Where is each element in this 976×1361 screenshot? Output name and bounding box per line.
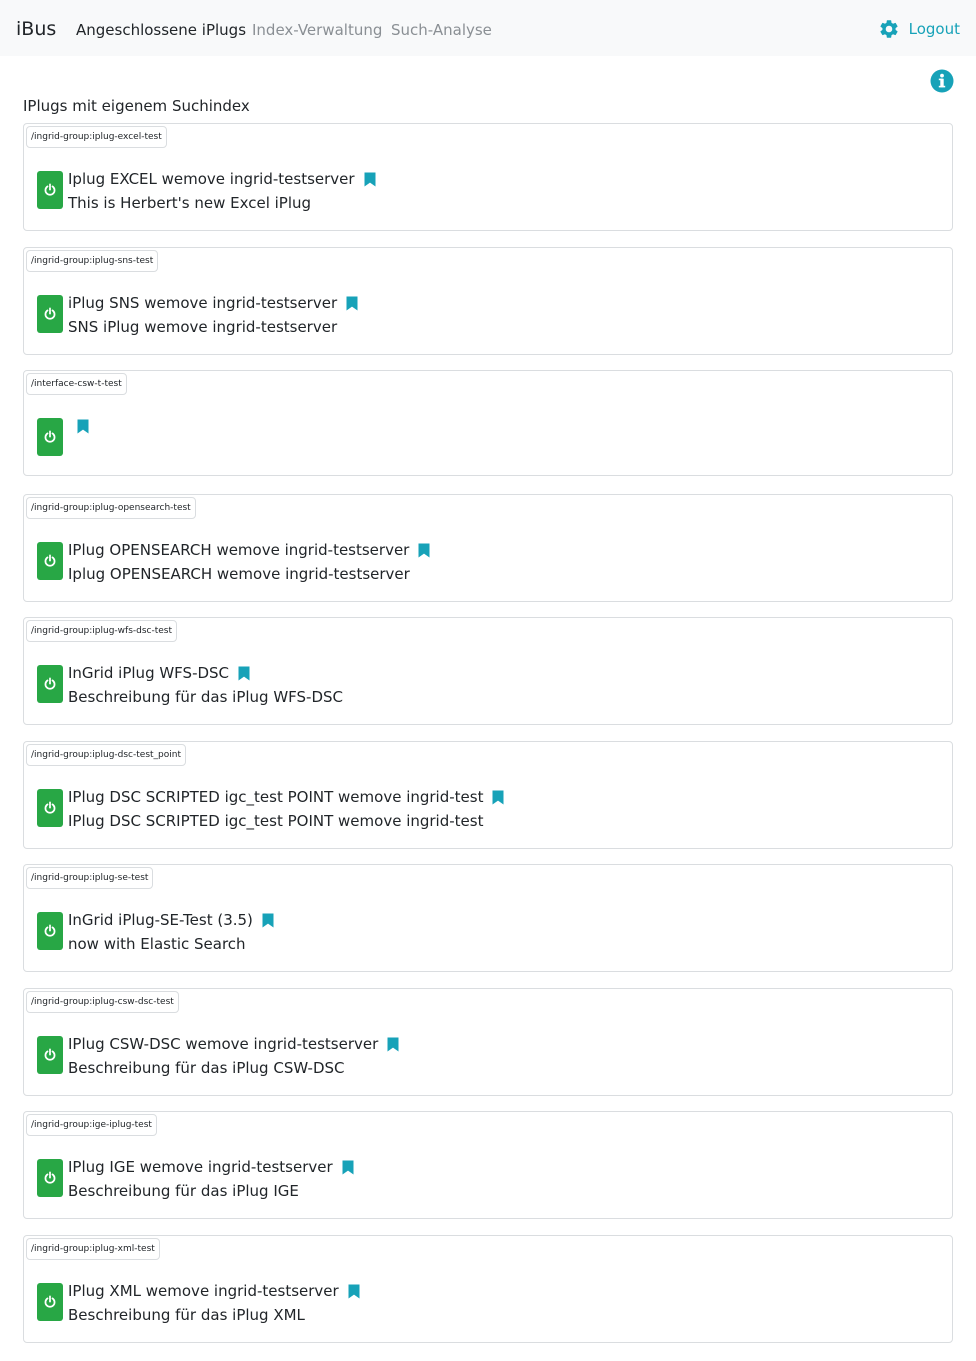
bookmark-icon[interactable] (346, 296, 358, 311)
power-button[interactable] (37, 912, 63, 950)
power-button[interactable] (37, 295, 63, 333)
group-badge: /ingrid-group:iplug-wfs-dsc-test (26, 620, 178, 642)
iplug-title-row: IPlug XML wemove ingrid-testserver (68, 1280, 360, 1302)
bookmark-icon[interactable] (238, 666, 250, 681)
iplug-title: IPlug OPENSEARCH wemove ingrid-testserve… (68, 541, 410, 559)
group-badge: /ingrid-group:iplug-excel-test (26, 126, 167, 148)
iplug-description: Beschreibung für das iPlug WFS-DSC (68, 688, 344, 706)
power-button[interactable] (37, 665, 63, 703)
iplug-card: /ingrid-group:iplug-sns-test iPlug SNS we… (23, 247, 953, 355)
iplug-description: Beschreibung für das iPlug CSW-DSC (68, 1059, 345, 1077)
power-button[interactable] (37, 789, 63, 827)
iplug-description: SNS iPlug wemove ingrid-testserver (68, 318, 338, 336)
bookmark-icon[interactable] (342, 1160, 354, 1175)
logout-button[interactable]: Logout (878, 16, 960, 42)
iplug-description: now with Elastic Search (68, 935, 246, 953)
top-navbar: iBus Angeschlossene iPlugs Index-Verwalt… (0, 0, 976, 56)
iplug-title-row: InGrid iPlug-SE-Test (3.5) (68, 909, 274, 931)
group-badge: /ingrid-group:iplug-sns-test (26, 250, 159, 272)
group-badge: /ingrid-group:iplug-se-test (26, 867, 154, 889)
power-button[interactable] (37, 542, 63, 580)
iplug-card: /ingrid-group:iplug-xml-test IPlug XML we… (23, 1235, 953, 1343)
power-icon (44, 430, 56, 443)
iplug-title-row: iPlug SNS wemove ingrid-testserver (68, 292, 358, 314)
brand-logo[interactable]: iBus (16, 17, 56, 41)
iplug-title-row: IPlug IGE wemove ingrid-testserver (68, 1156, 354, 1178)
nav-link-angeschlossene-iplugs[interactable]: Angeschlossene iPlugs (76, 20, 246, 40)
iplug-description: Iplug OPENSEARCH wemove ingrid-testserve… (68, 565, 410, 583)
power-icon (44, 924, 56, 937)
iplug-title-row: IPlug DSC SCRIPTED igc_test POINT wemove… (68, 786, 504, 808)
power-icon (44, 307, 56, 320)
iplug-title: InGrid iPlug WFS-DSC (68, 664, 230, 682)
power-icon (44, 554, 56, 567)
iplug-title: iPlug SNS wemove ingrid-testserver (68, 294, 338, 312)
iplug-card: /ingrid-group:iplug-wfs-dsc-test InGrid i… (23, 617, 953, 725)
logout-label[interactable]: Logout (909, 20, 960, 38)
iplug-title-row: Iplug EXCEL wemove ingrid-testserver (68, 168, 376, 190)
bookmark-icon[interactable] (77, 419, 89, 434)
iplug-card: /interface-csw-t-test (23, 370, 953, 476)
iplug-title: IPlug IGE wemove ingrid-testserver (68, 1158, 333, 1176)
power-button[interactable] (37, 171, 63, 209)
iplug-card: /ingrid-group:iplug-excel-test Iplug EXCE… (23, 123, 953, 231)
power-button[interactable] (37, 1283, 63, 1321)
iplug-title-row: InGrid iPlug WFS-DSC (68, 662, 250, 684)
iplug-title: IPlug CSW-DSC wemove ingrid-testserver (68, 1035, 379, 1053)
iplug-card: /ingrid-group:iplug-opensearch-test IPlug… (23, 494, 953, 602)
bookmark-icon[interactable] (364, 172, 376, 187)
iplug-card: /ingrid-group:iplug-dsc-test_point IPlug … (23, 741, 953, 849)
iplug-description: This is Herbert's new Excel iPlug (68, 194, 312, 212)
group-badge: /ingrid-group:iplug-opensearch-test (26, 497, 196, 519)
power-button[interactable] (37, 1036, 63, 1074)
power-icon (44, 677, 56, 690)
group-badge: /ingrid-group:iplug-xml-test (26, 1238, 160, 1260)
iplug-card: /ingrid-group:ige-iplug-test IPlug IGE we… (23, 1111, 953, 1219)
group-badge: /ingrid-group:iplug-csw-dsc-test (26, 991, 179, 1013)
group-badge: /interface-csw-t-test (26, 373, 127, 395)
iplug-title: IPlug XML wemove ingrid-testserver (68, 1282, 339, 1300)
power-icon (44, 1171, 56, 1184)
bookmark-icon[interactable] (387, 1037, 399, 1052)
bookmark-icon[interactable] (348, 1284, 360, 1299)
section-title: IPlugs mit eigenem Suchindex (23, 97, 250, 115)
bookmark-icon[interactable] (418, 543, 430, 558)
info-icon[interactable] (930, 69, 954, 93)
bookmark-icon[interactable] (262, 913, 274, 928)
iplug-title-row: IPlug OPENSEARCH wemove ingrid-testserve… (68, 539, 430, 561)
iplug-title-row: IPlug CSW-DSC wemove ingrid-testserver (68, 1033, 399, 1055)
nav-link-such-analyse[interactable]: Such-Analyse (391, 20, 492, 40)
power-button[interactable] (37, 418, 63, 456)
power-icon (44, 1048, 56, 1061)
power-button[interactable] (37, 1159, 63, 1197)
nav-link-index-verwaltung[interactable]: Index-Verwaltung (252, 20, 382, 40)
iplug-card: /ingrid-group:iplug-se-test InGrid iPlug-… (23, 864, 953, 972)
iplug-title: InGrid iPlug-SE-Test (3.5) (68, 911, 253, 929)
bookmark-icon[interactable] (492, 790, 504, 805)
iplug-title: IPlug DSC SCRIPTED igc_test POINT wemove… (68, 788, 484, 806)
group-badge: /ingrid-group:ige-iplug-test (26, 1114, 157, 1136)
iplug-card: /ingrid-group:iplug-csw-dsc-test IPlug CS… (23, 988, 953, 1096)
iplug-title: Iplug EXCEL wemove ingrid-testserver (68, 170, 355, 188)
power-icon (44, 801, 56, 814)
power-icon (44, 183, 56, 196)
iplug-title-row (68, 415, 89, 437)
iplug-description: Beschreibung für das iPlug XML (68, 1306, 305, 1324)
gear-icon[interactable] (878, 18, 900, 40)
group-badge: /ingrid-group:iplug-dsc-test_point (26, 744, 186, 766)
iplug-description: IPlug DSC SCRIPTED igc_test POINT wemove… (68, 812, 484, 830)
iplug-description: Beschreibung für das iPlug IGE (68, 1182, 299, 1200)
power-icon (44, 1295, 56, 1308)
